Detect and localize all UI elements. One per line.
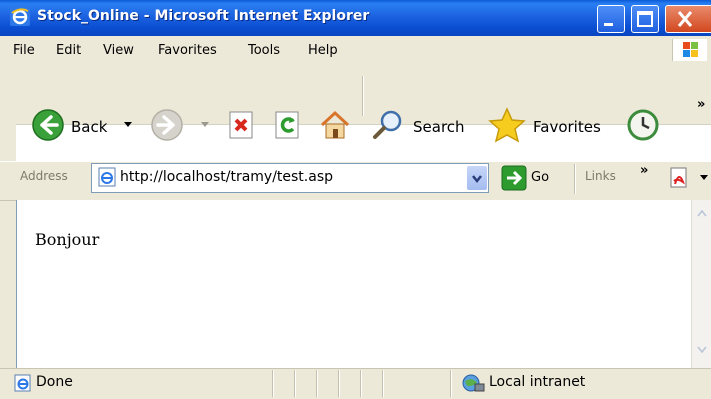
pdf-tool-icon[interactable] [667,165,693,191]
status-divider [382,370,383,397]
address-separator [574,164,575,194]
chevron-down-icon [472,175,482,184]
window-left-edge [0,64,16,398]
go-arrow-icon[interactable] [501,165,527,191]
links-overflow-chevron[interactable]: » [640,163,648,178]
favorites-star-icon[interactable] [488,106,526,144]
local-intranet-globe-icon [462,374,485,392]
status-divider [450,370,451,397]
status-divider [294,370,295,397]
status-divider [272,370,273,397]
status-divider [316,370,317,397]
refresh-icon[interactable] [273,110,303,140]
minimize-icon [604,23,613,26]
scrollbar-arrows-icon [697,209,707,354]
address-dropdown-button[interactable] [467,166,487,190]
forward-arrow-icon[interactable] [150,108,184,142]
toolbar-separator [362,76,363,116]
menu-view[interactable]: View [103,43,134,58]
status-text: Done [36,374,73,390]
back-arrow-icon[interactable] [31,108,65,142]
menu-tools[interactable]: Tools [248,43,280,58]
address-url[interactable]: http://localhost/tramy/test.asp [120,169,333,185]
page-body-text: Bonjour [35,230,100,249]
status-divider [360,370,361,397]
page-icon [98,167,116,187]
links-label[interactable]: Links [585,169,616,183]
ie-logo-icon [10,6,30,26]
maximize-button[interactable] [631,5,659,33]
page-content [16,200,692,368]
minimize-button[interactable] [597,5,625,33]
pdf-tool-dropdown-icon[interactable] [699,174,709,182]
history-icon[interactable] [626,108,660,142]
done-page-icon [14,374,31,392]
menu-edit[interactable]: Edit [56,43,81,58]
toolbar-overflow-chevron[interactable]: » [697,97,705,112]
close-button[interactable] [665,5,711,33]
status-divider [338,370,339,397]
go-button-label[interactable]: Go [531,170,549,185]
search-icon[interactable] [371,108,405,142]
menu-help[interactable]: Help [308,43,338,58]
maximize-icon [637,11,653,27]
home-icon[interactable] [318,108,352,142]
status-bar [0,368,711,399]
windows-flag-icon [683,42,698,57]
menu-file[interactable]: File [13,43,35,58]
back-dropdown-icon[interactable] [123,121,133,129]
address-label: Address [20,169,68,183]
search-button-label[interactable]: Search [413,118,465,136]
back-button-label[interactable]: Back [71,118,107,136]
forward-dropdown-icon[interactable] [200,121,210,129]
close-icon [677,11,693,27]
stop-icon[interactable] [227,110,257,140]
menu-favorites[interactable]: Favorites [158,43,217,58]
standard-toolbar [0,64,711,125]
favorites-button-label[interactable]: Favorites [533,118,601,136]
windows-logo [672,39,707,61]
window-title: Stock_Online - Microsoft Internet Explor… [37,8,370,24]
security-zone-label: Local intranet [489,374,586,390]
vertical-scrollbar[interactable] [691,200,711,368]
